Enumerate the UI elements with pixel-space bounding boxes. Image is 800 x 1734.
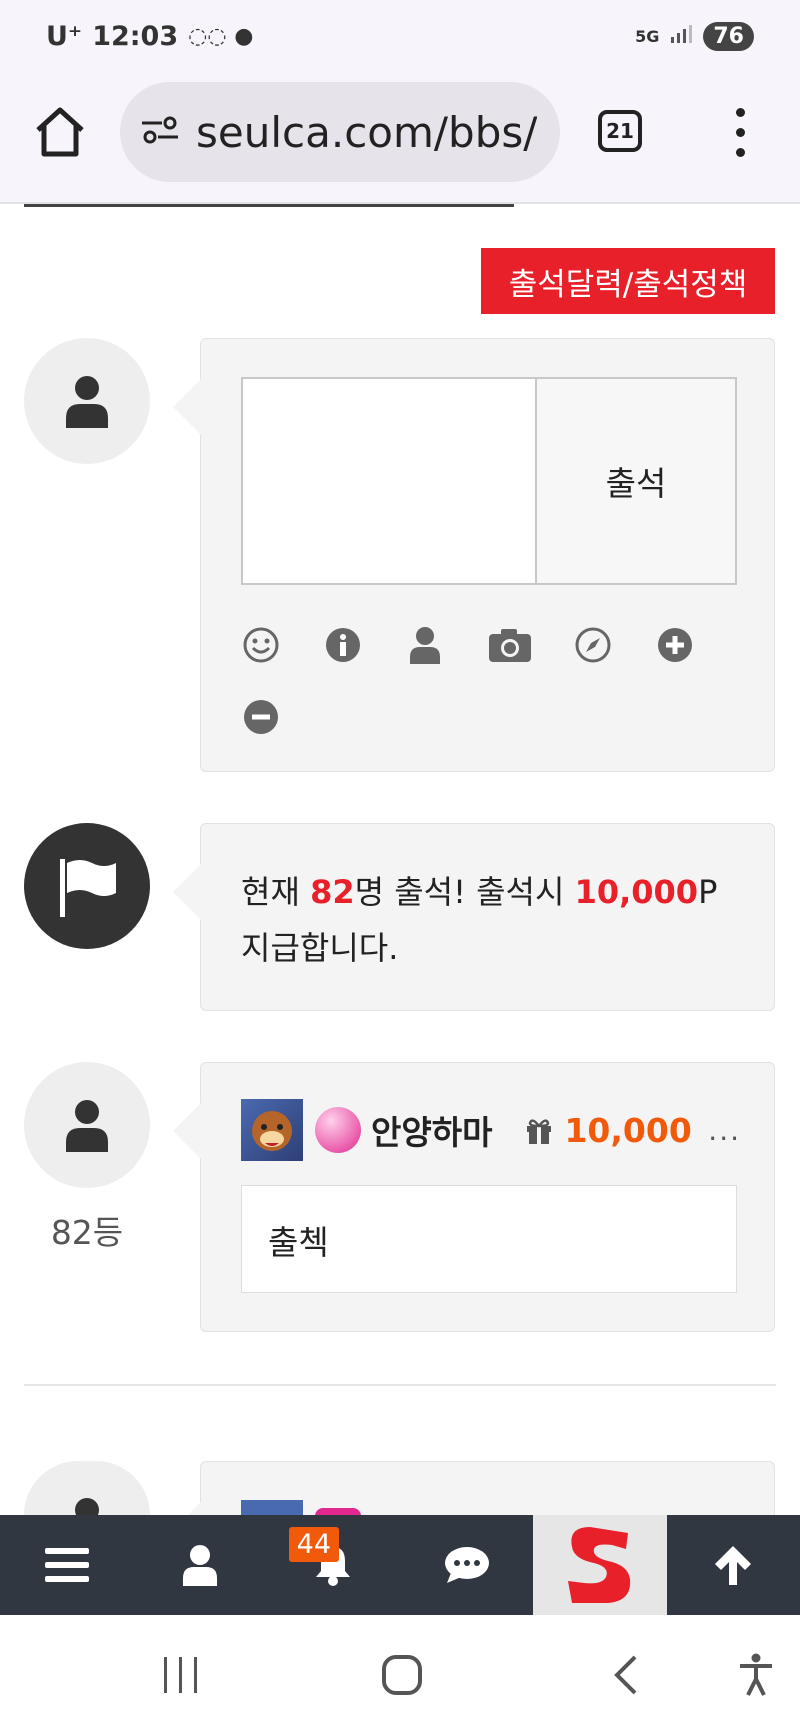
- battery-indicator: 76: [703, 21, 754, 51]
- site-settings-icon[interactable]: [140, 113, 180, 151]
- flag-avatar: [24, 823, 150, 949]
- nav-menu-button[interactable]: [0, 1515, 133, 1615]
- comment-item: 안양하마 10,000 ... 출첵: [173, 1062, 775, 1332]
- profile-image: [241, 1500, 303, 1516]
- profile-image[interactable]: [241, 1099, 303, 1161]
- attendance-calendar-button[interactable]: 출석달력/출석정책: [481, 248, 775, 314]
- attendance-form: 출석: [173, 338, 775, 772]
- user-icon: [66, 1100, 108, 1152]
- recent-apps-icon: [164, 1657, 197, 1693]
- info-icon[interactable]: [323, 625, 363, 665]
- carrier-label: U⁺: [46, 20, 83, 52]
- system-home-button[interactable]: [380, 1645, 424, 1705]
- comment-points: 10,000: [564, 1110, 692, 1150]
- comment-header: 안양하마 10,000 ...: [241, 1099, 741, 1161]
- comment-text: 출첵: [241, 1185, 737, 1293]
- commenter-avatar: [24, 1062, 150, 1188]
- notice-text: 현재 82명 출석! 출석시 10,000P 지급합니다.: [241, 873, 718, 967]
- network-label: 5G: [635, 26, 660, 46]
- notification-icons: ◌◌ ●: [188, 23, 254, 49]
- site-bottom-nav: 44: [0, 1515, 800, 1615]
- divider: [24, 1384, 776, 1386]
- tab-switcher-button[interactable]: 21: [598, 110, 642, 152]
- level-badge-icon: [315, 1107, 361, 1153]
- more-options-button[interactable]: ...: [708, 1114, 741, 1147]
- user-icon: [75, 1498, 99, 1515]
- clock: 12:03: [92, 20, 179, 52]
- camera-icon[interactable]: [487, 625, 533, 665]
- menu-icon: [44, 1548, 89, 1582]
- address-bar[interactable]: seulca.com/bbs/: [120, 82, 560, 182]
- gift-icon: [527, 1119, 552, 1144]
- attendance-rank: 82등: [50, 1213, 124, 1252]
- home-square-icon: [382, 1655, 422, 1695]
- compass-icon[interactable]: [573, 625, 613, 665]
- site-logo-button[interactable]: [533, 1515, 667, 1615]
- user-icon[interactable]: [405, 625, 445, 665]
- plus-circle-icon[interactable]: [655, 625, 695, 665]
- arrow-up-icon: [715, 1546, 752, 1585]
- active-tab-indicator: [24, 204, 514, 207]
- recent-apps-button[interactable]: [160, 1645, 202, 1705]
- flag-icon: [60, 859, 116, 917]
- user-icon: [66, 376, 108, 428]
- next-commenter-avatar: [24, 1461, 150, 1515]
- system-back-button[interactable]: [610, 1645, 640, 1705]
- nav-chat-button[interactable]: [400, 1515, 533, 1615]
- attendance-notice: 현재 82명 출석! 출석시 10,000P 지급합니다.: [173, 823, 775, 1011]
- minus-circle-icon[interactable]: [241, 697, 281, 737]
- accessibility-button[interactable]: [736, 1645, 776, 1705]
- next-comment-item: [173, 1461, 775, 1558]
- nav-profile-button[interactable]: [133, 1515, 266, 1615]
- system-navigation-bar: [0, 1615, 800, 1734]
- status-bar: U⁺ 12:03 ◌◌ ● 5G 76: [0, 0, 800, 72]
- notification-count-badge: 44: [288, 1527, 340, 1562]
- attendance-submit-button[interactable]: 출석: [535, 377, 737, 585]
- home-icon: [36, 107, 84, 157]
- home-button[interactable]: [30, 102, 90, 162]
- my-avatar: [24, 338, 150, 464]
- site-logo: [567, 1527, 631, 1603]
- reward-points: 10,000: [574, 873, 699, 911]
- signal-icon: [669, 21, 693, 52]
- chat-icon: [444, 1547, 489, 1583]
- smiley-icon[interactable]: [241, 625, 281, 665]
- scroll-top-button[interactable]: [667, 1515, 800, 1615]
- accessibility-icon: [740, 1653, 772, 1696]
- browser-toolbar: seulca.com/bbs/ 21: [0, 72, 800, 204]
- attendance-count: 82: [310, 873, 355, 911]
- comment-author[interactable]: 안양하마: [371, 1106, 492, 1154]
- nav-notifications-button[interactable]: 44: [267, 1515, 400, 1615]
- url-text: seulca.com/bbs/: [196, 107, 538, 157]
- user-icon: [182, 1545, 217, 1586]
- back-chevron-icon: [614, 1655, 637, 1695]
- gift-points: 10,000: [524, 1110, 692, 1150]
- attendance-comment-input[interactable]: [241, 377, 537, 585]
- browser-menu-button[interactable]: [725, 102, 755, 162]
